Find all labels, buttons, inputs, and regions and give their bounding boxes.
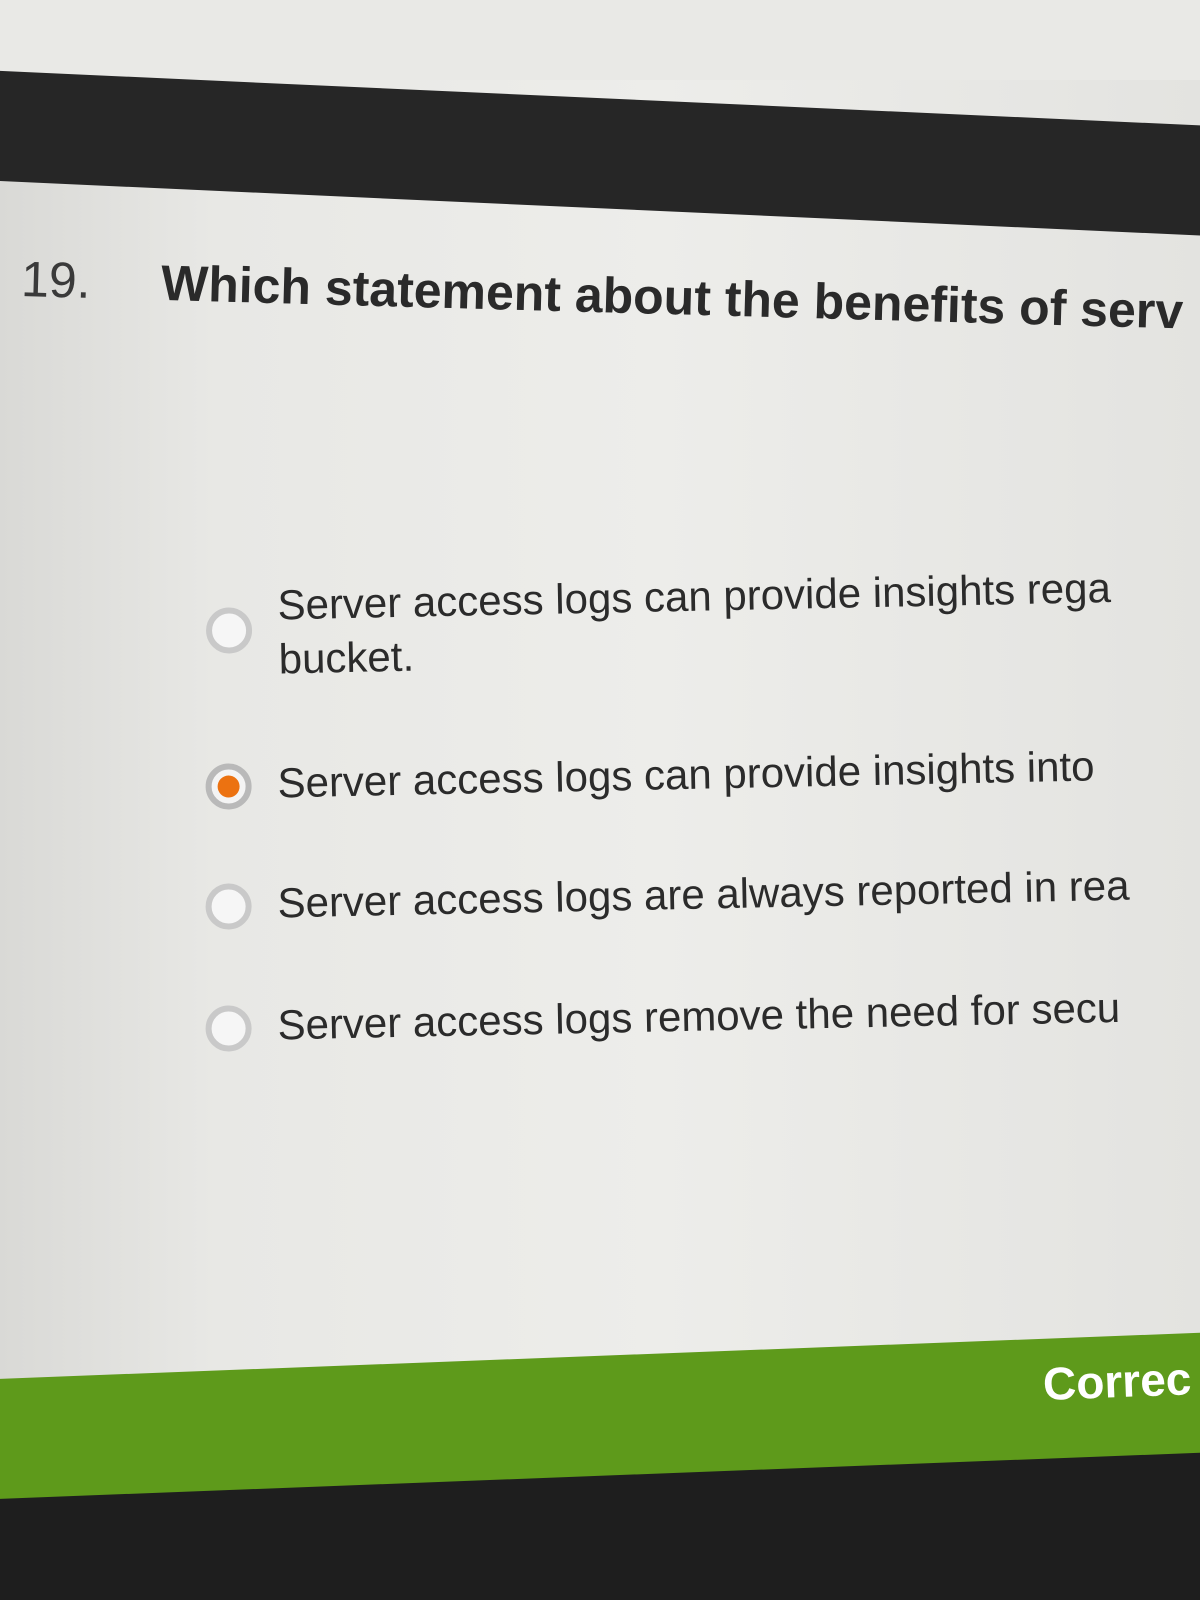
answer-option-3[interactable]: Server access logs are always reported i…	[205, 855, 1200, 932]
radio-button-selected-icon[interactable]	[205, 763, 253, 810]
radio-button-icon[interactable]	[205, 883, 253, 930]
answer-option-label: Server access logs can provide insights …	[277, 564, 1112, 683]
feedback-status-label: Correc	[1042, 1352, 1193, 1410]
top-strip	[0, 0, 1200, 80]
radio-button-icon[interactable]	[205, 607, 253, 654]
question-text: Which statement about the benefits of se…	[160, 254, 1184, 340]
answer-option-4[interactable]: Server access logs remove the need for s…	[205, 977, 1200, 1054]
answer-option-label: Server access logs can provide insights …	[277, 742, 1095, 807]
header-bar	[0, 70, 1200, 238]
question-number: 19.	[20, 250, 92, 309]
answer-option-label: Server access logs remove the need for s…	[277, 983, 1121, 1049]
answer-option-label: Server access logs are always reported i…	[277, 861, 1130, 927]
answer-option-1[interactable]: Server access logs can provide insights …	[205, 557, 1200, 688]
answer-option-2[interactable]: Server access logs can provide insights …	[205, 735, 1200, 812]
quiz-page: 19. Which statement about the benefits of…	[0, 0, 1200, 1600]
radio-button-icon[interactable]	[205, 1005, 253, 1052]
question: 19. Which statement about the benefits of…	[20, 250, 1200, 344]
